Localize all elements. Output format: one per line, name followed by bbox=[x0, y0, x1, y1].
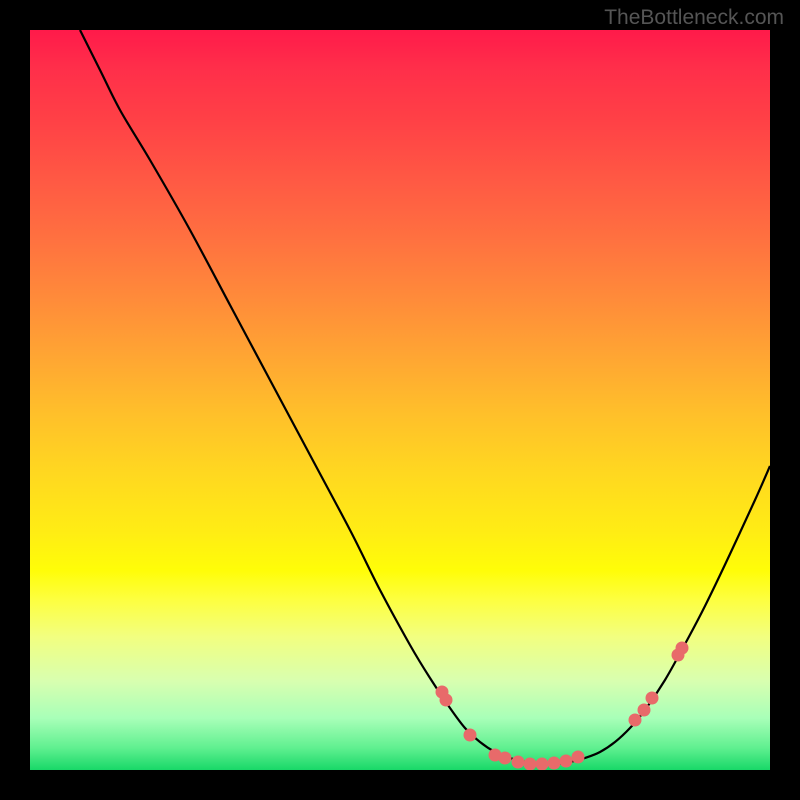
data-point bbox=[512, 756, 525, 769]
data-point bbox=[440, 694, 453, 707]
data-point bbox=[464, 729, 477, 742]
data-point bbox=[560, 755, 573, 768]
chart-svg bbox=[30, 30, 770, 770]
data-point bbox=[548, 757, 561, 770]
bottleneck-curve bbox=[80, 30, 770, 764]
watermark-label: TheBottleneck.com bbox=[604, 6, 784, 30]
data-point bbox=[629, 714, 642, 727]
data-point bbox=[499, 752, 512, 765]
data-point bbox=[536, 758, 549, 771]
data-point bbox=[638, 704, 651, 717]
data-points-group bbox=[436, 642, 689, 771]
data-point bbox=[524, 758, 537, 771]
data-point bbox=[646, 692, 659, 705]
plot-area bbox=[30, 30, 770, 770]
data-point bbox=[572, 751, 585, 764]
data-point bbox=[676, 642, 689, 655]
